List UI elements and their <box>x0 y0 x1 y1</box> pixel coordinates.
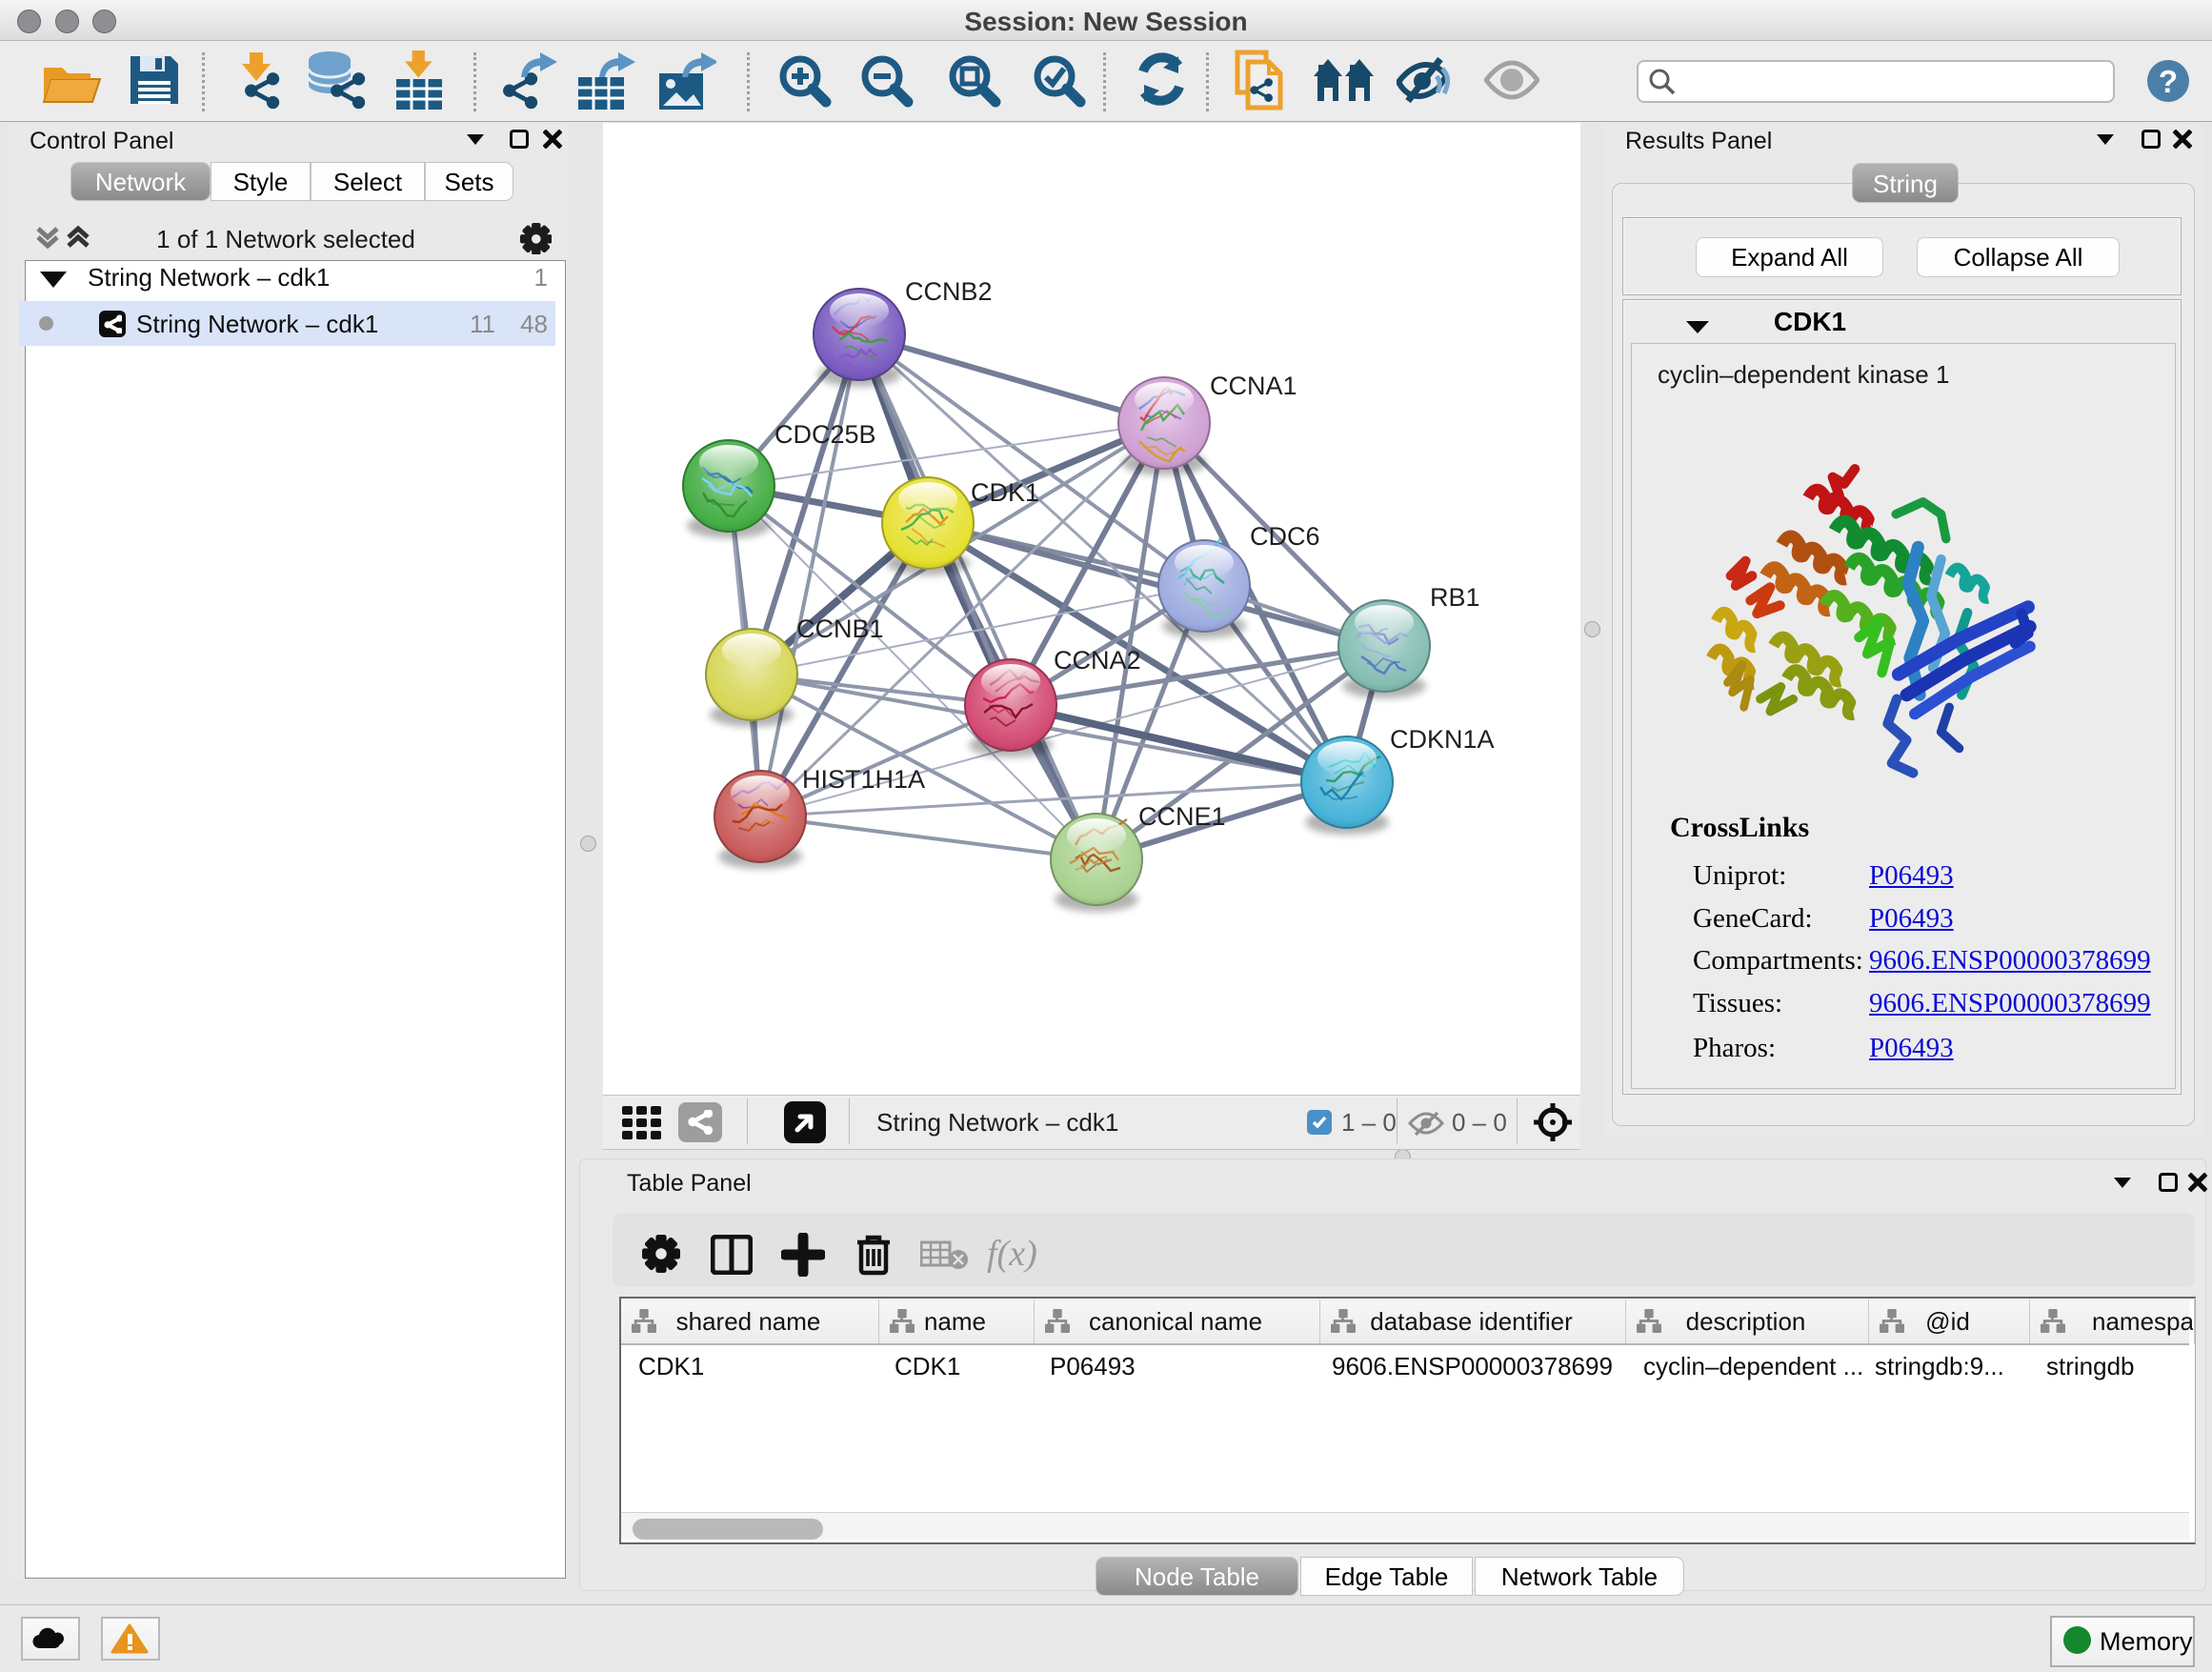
svg-text:RB1: RB1 <box>1430 583 1480 612</box>
svg-text:HIST1H1A: HIST1H1A <box>802 765 925 794</box>
svg-text:CDC6: CDC6 <box>1250 522 1320 551</box>
svg-text:CCNB1: CCNB1 <box>796 614 884 643</box>
svg-text:CCNA1: CCNA1 <box>1210 372 1297 400</box>
svg-text:CDKN1A: CDKN1A <box>1390 725 1495 754</box>
svg-text:CCNB2: CCNB2 <box>905 277 993 306</box>
svg-text:CDC25B: CDC25B <box>774 420 876 449</box>
svg-text:CCNE1: CCNE1 <box>1138 802 1226 831</box>
svg-text:CDK1: CDK1 <box>971 478 1039 507</box>
svg-text:CCNA2: CCNA2 <box>1054 646 1141 675</box>
